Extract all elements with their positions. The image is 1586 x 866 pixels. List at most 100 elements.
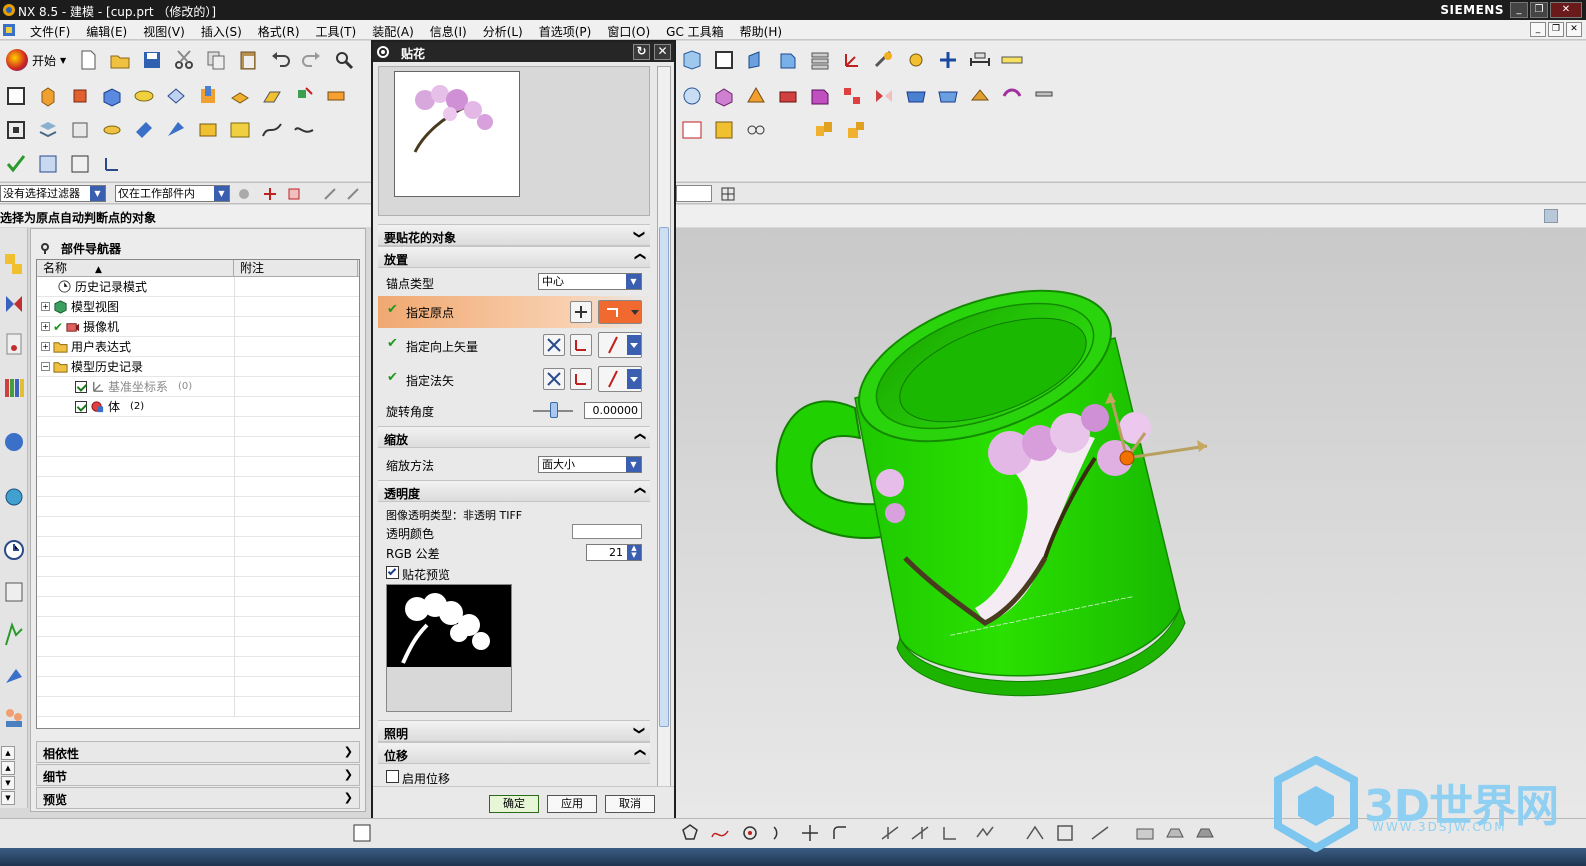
- parts-icon[interactable]: [744, 118, 768, 142]
- assembly-icon[interactable]: [812, 118, 836, 142]
- scroll-end-button[interactable]: ▼: [1, 791, 15, 805]
- doc-close-button[interactable]: ✕: [1566, 22, 1582, 37]
- roles-icon[interactable]: [2, 703, 26, 731]
- expression-icon[interactable]: [712, 118, 736, 142]
- studio-spline-icon[interactable]: [710, 823, 730, 843]
- cut-icon[interactable]: [172, 48, 196, 72]
- display-constraint-icon[interactable]: [1135, 823, 1155, 843]
- expand-icon[interactable]: +: [41, 342, 50, 351]
- trim-icon[interactable]: [880, 823, 900, 843]
- blend-icon[interactable]: [776, 84, 800, 108]
- text-icon[interactable]: [228, 118, 252, 142]
- menu-edit[interactable]: 编辑(E): [78, 23, 135, 40]
- scale-method-select[interactable]: 面大小 ▼: [538, 456, 642, 473]
- measure-icon[interactable]: [872, 48, 896, 72]
- thicken-icon[interactable]: [1032, 84, 1056, 108]
- cylinder-icon[interactable]: [132, 84, 156, 108]
- scope-dropdown[interactable]: 仅在工作部件内 ▼: [115, 185, 230, 202]
- scroll-mid-button[interactable]: ▲: [1, 761, 15, 775]
- doc-minimize-button[interactable]: _: [1530, 22, 1546, 37]
- curve-icon[interactable]: [260, 118, 284, 142]
- scroll-down-button[interactable]: ▼: [1, 776, 15, 790]
- corner-icon[interactable]: [940, 823, 960, 843]
- tree-row-history-mode[interactable]: 历史记录模式: [37, 277, 359, 297]
- paste-icon[interactable]: [236, 48, 260, 72]
- replace-face-icon[interactable]: [68, 118, 92, 142]
- menu-window[interactable]: 窗口(O): [599, 23, 658, 40]
- menu-assembly[interactable]: 装配(A): [364, 23, 422, 40]
- chamfer-icon[interactable]: [808, 84, 832, 108]
- manufacturing-wizard-icon[interactable]: [2, 663, 26, 691]
- doc-restore-button[interactable]: ❐: [1548, 22, 1564, 37]
- specify-normal-row[interactable]: ✔ 指定法矢: [378, 362, 650, 396]
- transparent-color-swatch[interactable]: [572, 524, 642, 539]
- app-menu-icon[interactable]: [2, 23, 16, 37]
- draft-icon[interactable]: [744, 84, 768, 108]
- snap-icon[interactable]: [236, 186, 252, 202]
- column-name-header[interactable]: 名称 ▲: [37, 260, 234, 276]
- rgb-tolerance-input[interactable]: 21 ▲ ▼: [586, 544, 642, 561]
- scroll-up-button[interactable]: ▲: [1, 746, 15, 760]
- decal-preview-checkbox[interactable]: [386, 566, 399, 579]
- dimension-constraint-icon[interactable]: [1090, 823, 1110, 843]
- add-component-icon[interactable]: [844, 118, 868, 142]
- delete-face-icon[interactable]: [164, 118, 188, 142]
- copy-icon[interactable]: [204, 48, 228, 72]
- gear-icon[interactable]: [376, 45, 390, 59]
- render-style-icon[interactable]: [712, 48, 736, 72]
- hole-icon[interactable]: [196, 84, 220, 108]
- arc-icon[interactable]: [770, 823, 790, 843]
- offset-region-icon[interactable]: [132, 118, 156, 142]
- visibility-checkbox[interactable]: [75, 400, 87, 413]
- quadrant-icon[interactable]: [345, 186, 361, 202]
- pattern-icon[interactable]: [840, 84, 864, 108]
- history-icon[interactable]: [2, 536, 26, 564]
- system-materials-icon[interactable]: [2, 578, 26, 606]
- preview-panel[interactable]: 预览 ❯: [36, 787, 360, 809]
- menu-analysis[interactable]: 分析(L): [475, 23, 531, 40]
- subtract-icon[interactable]: [936, 84, 960, 108]
- spinner-icon[interactable]: ▲ ▼: [627, 545, 641, 560]
- redo-icon[interactable]: [300, 48, 324, 72]
- save-icon[interactable]: [140, 48, 164, 72]
- sphere-icon[interactable]: [164, 84, 188, 108]
- intersect-icon[interactable]: [968, 84, 992, 108]
- rotation-slider-handle[interactable]: [550, 402, 558, 418]
- undo-icon[interactable]: [268, 48, 292, 72]
- tree-row-body[interactable]: 体 (2): [37, 397, 359, 417]
- datum-plane-icon[interactable]: [260, 84, 284, 108]
- vector-dialog-button[interactable]: [570, 334, 592, 356]
- graphics-window[interactable]: ~~~~~~~~~~~~~~~~~~~~~~~~~~~~: [675, 228, 1586, 818]
- close-icon[interactable]: ✕: [654, 44, 671, 60]
- selection-filter-dropdown[interactable]: 没有选择过滤器 ▼: [0, 185, 106, 202]
- offset-face-icon[interactable]: [324, 84, 348, 108]
- column-note-header[interactable]: 附注: [234, 260, 358, 276]
- sew-icon[interactable]: [1000, 84, 1024, 108]
- fillet-icon[interactable]: [830, 823, 850, 843]
- spline-icon[interactable]: [292, 118, 316, 142]
- specify-origin-row[interactable]: ✔ 指定原点: [378, 296, 650, 328]
- grid-icon[interactable]: [720, 186, 736, 202]
- shell-icon[interactable]: [680, 84, 704, 108]
- tree-row-user-expressions[interactable]: + 用户表达式: [37, 337, 359, 357]
- block-icon[interactable]: [100, 84, 124, 108]
- menu-insert[interactable]: 插入(S): [193, 23, 250, 40]
- section-lighting[interactable]: 照明 ❯: [378, 720, 650, 742]
- work-layer-icon[interactable]: [776, 48, 800, 72]
- section-offset[interactable]: 位移 ❯: [378, 742, 650, 764]
- ok-button[interactable]: 确定: [489, 795, 539, 813]
- reverse-direction-button[interactable]: [543, 334, 565, 356]
- collapse-icon[interactable]: −: [41, 362, 50, 371]
- menu-view[interactable]: 视图(V): [135, 23, 193, 40]
- sketch-task-icon[interactable]: [352, 823, 372, 843]
- menu-file[interactable]: 文件(F): [22, 23, 78, 40]
- layer-settings-icon[interactable]: [808, 48, 832, 72]
- cancel-button[interactable]: 取消: [605, 795, 655, 813]
- reset-icon[interactable]: ↻: [633, 44, 650, 60]
- assembly-navigator-icon[interactable]: [2, 250, 26, 278]
- geometric-constraint-icon[interactable]: [1055, 823, 1075, 843]
- section-scale[interactable]: 缩放 ❯: [378, 426, 650, 448]
- mirror-icon[interactable]: [872, 84, 896, 108]
- wcs-icon[interactable]: [840, 48, 864, 72]
- command-finder-icon[interactable]: [332, 48, 356, 72]
